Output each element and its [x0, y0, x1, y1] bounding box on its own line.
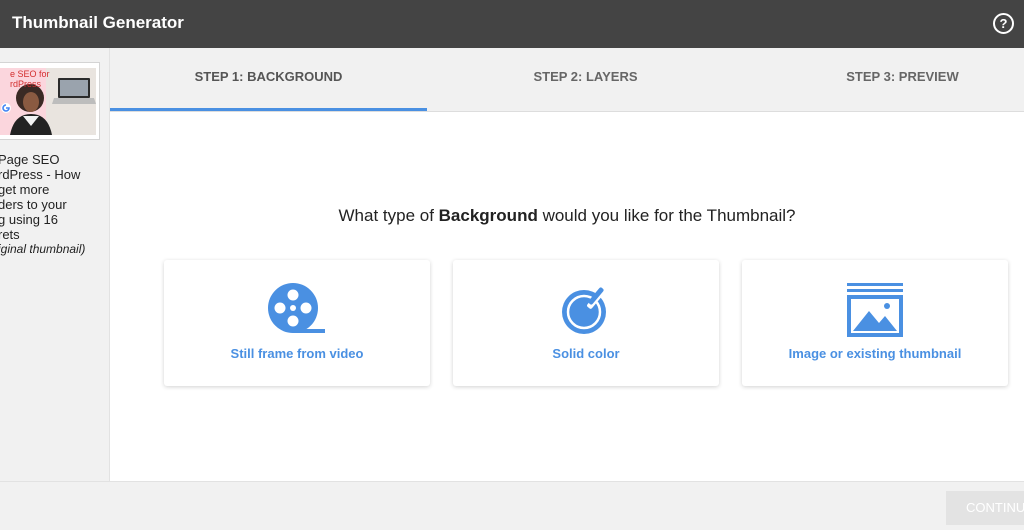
tab-preview[interactable]: STEP 3: PREVIEW — [744, 48, 1024, 112]
option-still-frame[interactable]: Still frame from video — [164, 260, 430, 386]
tab-layers[interactable]: STEP 2: LAYERS — [427, 48, 744, 112]
option-label: Solid color — [552, 346, 620, 361]
question-prefix: What type of — [338, 206, 439, 225]
image-stack-icon — [847, 283, 903, 337]
color-picker-icon — [562, 287, 606, 334]
tab-background[interactable]: STEP 1: BACKGROUND — [110, 48, 427, 112]
option-label: Still frame from video — [230, 346, 364, 361]
thumbnail-image: e SEO for rdPress — [0, 68, 96, 135]
continue-button[interactable]: CONTINUE — [946, 491, 1024, 525]
background-question: What type of Background would you like f… — [110, 206, 1024, 226]
original-thumbnail[interactable]: e SEO for rdPress — [0, 62, 100, 140]
thumbnail-description: Page SEO rdPress - How get more ders to … — [0, 152, 108, 257]
step-tabs: STEP 1: BACKGROUND STEP 2: LAYERS STEP 3… — [110, 48, 1024, 112]
thumbnail-sidebar: e SEO for rdPress Page SEO rdPress - How… — [0, 48, 110, 481]
film-reel-icon — [268, 283, 325, 333]
footer-bar: CONTINUE — [0, 481, 1024, 530]
question-emphasis: Background — [438, 206, 538, 225]
option-label: Image or existing thumbnail — [788, 346, 962, 361]
app-title: Thumbnail Generator — [12, 13, 184, 32]
help-icon[interactable]: ? — [993, 13, 1014, 34]
video-title: Page SEO rdPress - How get more ders to … — [0, 152, 81, 242]
thumbnail-caption: e SEO for rdPress — [10, 69, 50, 89]
active-tab-indicator — [110, 108, 427, 111]
thumbnail-note: iginal thumbnail) — [0, 242, 86, 256]
question-suffix: would you like for the Thumbnail? — [537, 206, 796, 225]
title-bar: Thumbnail Generator ? — [0, 0, 1024, 48]
option-solid-color[interactable]: Solid color — [453, 260, 719, 386]
option-image[interactable]: Image or existing thumbnail — [742, 260, 1008, 386]
